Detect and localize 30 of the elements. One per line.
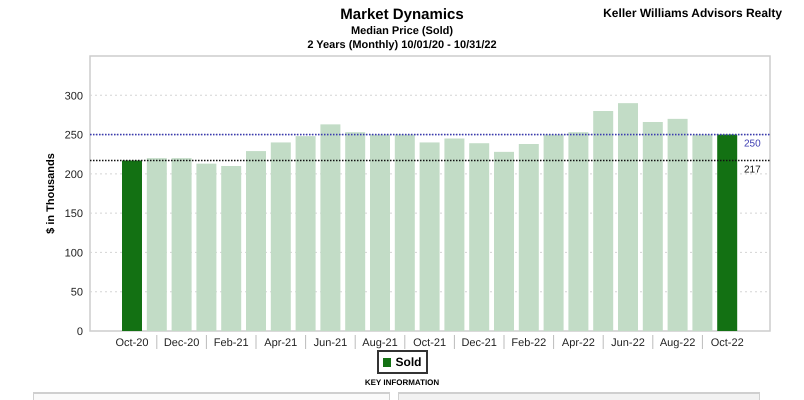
x-tick-label: Dec-20 (164, 337, 200, 349)
y-tick-label: 200 (64, 168, 83, 181)
y-tick-label: 300 (64, 90, 83, 102)
x-tick-label: Feb-21 (214, 337, 249, 349)
x-tick-label: Dec-21 (461, 337, 497, 349)
reference-value: 250 (744, 138, 761, 150)
x-tick-label: Apr-22 (562, 337, 595, 349)
x-tick-label: Apr-21 (264, 337, 298, 349)
chart-subtitle: Median Price (Sold) (350, 24, 454, 38)
y-tick-label: 150 (64, 208, 83, 220)
legend-swatch-icon (382, 358, 390, 366)
x-tick-label: Oct-20 (116, 337, 148, 349)
x-tick-label: Oct-21 (413, 337, 446, 349)
legend-label: Sold (396, 354, 422, 371)
date-range: 2 Years (Monthly) 10/01/20 - 10/31/22 (307, 38, 497, 52)
y-tick-label: 250 (64, 130, 83, 142)
x-tick-label: Aug-22 (660, 337, 696, 349)
y-tick-label: 100 (64, 247, 83, 260)
x-tick-label: Feb-22 (511, 337, 546, 349)
y-axis-label: $ in Thousands (45, 153, 57, 234)
chart-title: Market Dynamics (340, 5, 464, 24)
x-tick-label: Jun-21 (314, 337, 348, 349)
x-tick-label: Jun-22 (611, 337, 645, 349)
key-information-caption: KEY INFORMATION (364, 377, 440, 389)
x-tick-label: Aug-21 (362, 337, 398, 349)
reference-value: 217 (744, 164, 761, 176)
company-name: Keller Williams Advisors Realty (603, 5, 782, 21)
x-tick-label: Oct-22 (710, 337, 744, 349)
y-tick-label: 50 (70, 286, 83, 299)
y-tick-label: 0 (76, 326, 83, 338)
